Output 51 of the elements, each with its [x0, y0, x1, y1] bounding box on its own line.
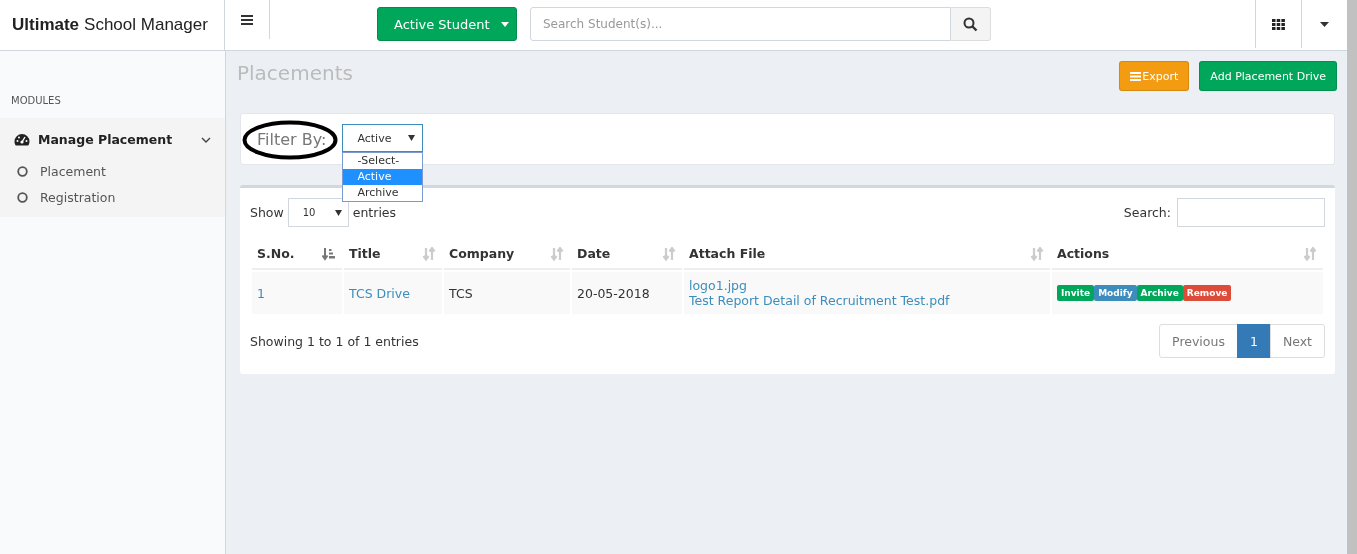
sidebar-group[interactable]: Manage Placement	[0, 118, 225, 159]
grid-icon	[1272, 18, 1285, 30]
student-search-field[interactable]: Search Student(s)...	[530, 7, 951, 41]
file-link[interactable]: Test Report Detail of Recruitment Test.pdf	[689, 293, 950, 308]
app-logo[interactable]: Ultimate School Manager	[0, 0, 225, 50]
column-header[interactable]: Title	[344, 239, 442, 270]
column-header[interactable]: Date	[572, 239, 682, 270]
search-button[interactable]	[951, 7, 991, 41]
row-number-link[interactable]: 1	[257, 285, 265, 301]
caret-icon	[334, 209, 342, 216]
show-label: Show	[250, 205, 284, 220]
caret-icon	[1320, 21, 1329, 27]
pagination-button[interactable]: Previous	[1159, 324, 1238, 358]
circle-icon	[17, 192, 28, 203]
column-header[interactable]: Attach File	[684, 239, 1050, 270]
table-cell: 20-05-2018	[577, 285, 650, 301]
filter-label: Filter By:	[257, 129, 327, 149]
page-title: Placements	[237, 61, 353, 85]
action-button[interactable]: Remove	[1182, 285, 1232, 301]
pagination-button[interactable]: Next	[1269, 324, 1325, 358]
toolbar-button[interactable]: Add Placement Drive	[1199, 61, 1337, 91]
action-button[interactable]: Invite	[1057, 285, 1095, 301]
dashboard-icon	[14, 133, 30, 146]
dropdown-option[interactable]: -Select-	[343, 153, 423, 169]
column-header[interactable]: Company	[444, 239, 570, 270]
list-icon	[1130, 71, 1142, 81]
dropdown-option[interactable]: Active	[343, 169, 423, 185]
table-search-field[interactable]	[1177, 198, 1325, 227]
search-icon	[963, 16, 978, 32]
caret-icon	[408, 135, 416, 141]
table-cell: TCS	[449, 285, 473, 301]
search-label: Search:	[1123, 205, 1171, 220]
menu-icon[interactable]	[241, 14, 253, 25]
column-header[interactable]: S.No.	[252, 239, 342, 270]
table-info: Showing 1 to 1 of 1 entries	[250, 333, 419, 349]
page-size-select[interactable]: 10	[287, 198, 349, 227]
file-link[interactable]: logo1.jpg	[689, 278, 747, 293]
pagination-button[interactable]: 1	[1236, 324, 1271, 358]
sidebar-item[interactable]: Placement	[0, 159, 225, 185]
circle-icon	[17, 166, 28, 177]
column-header[interactable]: Actions	[1052, 239, 1323, 270]
action-button[interactable]: Modify	[1094, 285, 1137, 301]
caret-icon	[501, 21, 509, 27]
sidebar-heading: MODULES	[10, 94, 62, 108]
scrollbar[interactable]	[1347, 0, 1357, 554]
sidebar-item[interactable]: Registration	[0, 185, 225, 211]
filter-select[interactable]: Active	[342, 124, 424, 152]
action-button[interactable]: Archive	[1136, 285, 1183, 301]
entries-label: entries	[352, 205, 397, 220]
dropdown-option[interactable]: Archive	[343, 185, 423, 201]
student-dropdown-button[interactable]: Active Student	[377, 7, 517, 41]
